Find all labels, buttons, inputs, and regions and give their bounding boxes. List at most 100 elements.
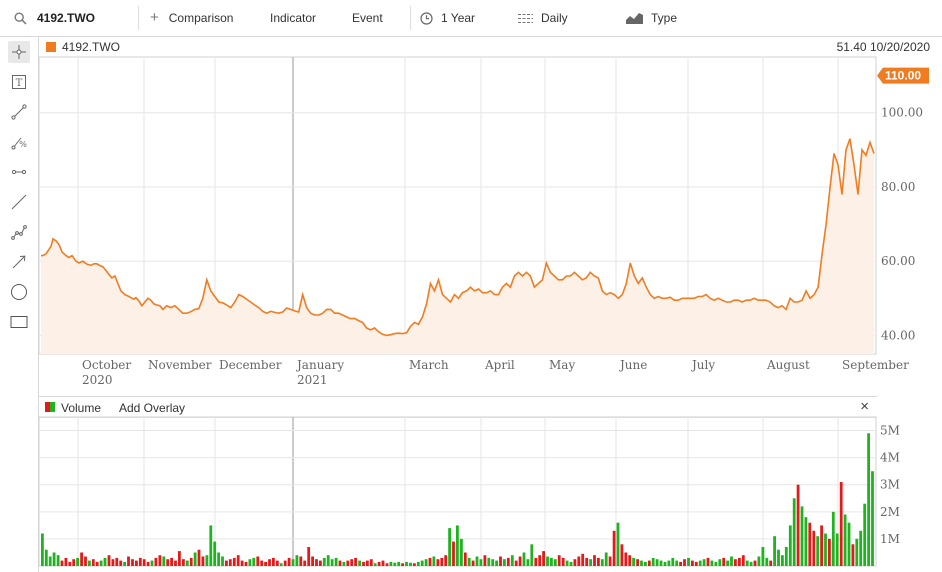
volume-bar: [48, 556, 52, 566]
volume-panel-header: Volume Add Overlay ×: [39, 396, 877, 418]
volume-bar: [569, 561, 573, 566]
volume-bar: [369, 559, 373, 566]
x-tick-label: November: [148, 358, 212, 372]
x-tick-label: October: [82, 358, 131, 372]
volume-bar: [706, 557, 710, 566]
volume-bar: [366, 560, 369, 566]
volume-bar: [557, 555, 561, 566]
volume-bar: [197, 549, 201, 566]
volume-bar: [103, 557, 107, 566]
volume-bar: [573, 559, 577, 566]
volume-bar: [385, 563, 389, 566]
volume-bar: [295, 555, 299, 566]
volume-bar: [867, 433, 870, 566]
volume-bar: [530, 544, 534, 566]
volume-bar: [612, 530, 616, 566]
volume-bar: [91, 559, 95, 566]
volume-bar: [119, 560, 123, 566]
volume-bar: [84, 556, 87, 566]
volume-bar: [52, 552, 56, 566]
volume-bar: [741, 555, 745, 566]
volume-bar: [76, 557, 79, 566]
volume-bar: [691, 560, 694, 566]
y-tick-label: 80.00: [881, 180, 915, 194]
volume-bar: [632, 557, 635, 566]
volume-bar: [636, 559, 639, 566]
volume-bar: [146, 561, 150, 566]
volume-bar: [303, 560, 307, 566]
volume-bar: [209, 525, 213, 566]
last-price-label: 110.00: [885, 69, 921, 83]
volume-bar: [319, 560, 322, 566]
volume-bar: [546, 556, 549, 566]
volume-bar: [749, 561, 753, 566]
x-tick-label: December: [219, 358, 282, 372]
volume-bar: [405, 561, 408, 566]
volume-bar: [287, 557, 291, 566]
add-overlay-button[interactable]: Add Overlay: [119, 401, 185, 415]
volume-bar: [127, 556, 130, 566]
volume-bar: [663, 561, 667, 566]
volume-bar: [812, 530, 816, 566]
volume-bar: [647, 560, 651, 566]
y-tick-label: 100.00: [881, 106, 923, 120]
volume-bar: [221, 556, 224, 566]
volume-bar: [88, 560, 91, 566]
volume-bar: [499, 556, 502, 566]
volume-bar: [436, 559, 440, 566]
volume-bar: [679, 561, 682, 566]
last-price-badge: 110.00: [877, 67, 929, 84]
volume-bar: [41, 533, 44, 566]
volume-swatch: [45, 402, 55, 412]
volume-bar: [225, 560, 228, 566]
volume-bar: [393, 562, 397, 566]
volume-bar: [479, 559, 483, 566]
volume-y-tick-label: 1M: [880, 532, 900, 546]
volume-bar: [72, 559, 76, 566]
volume-bar: [757, 556, 761, 566]
volume-bar: [671, 557, 675, 566]
volume-bar: [734, 559, 737, 566]
volume-bar: [855, 538, 859, 566]
volume-bar: [585, 557, 589, 566]
volume-bar: [796, 484, 800, 566]
volume-bar: [816, 536, 820, 566]
volume-bar: [182, 559, 185, 566]
volume-bar: [260, 560, 264, 566]
volume-bar: [604, 552, 608, 566]
volume-bar: [381, 560, 385, 566]
volume-bar: [397, 561, 401, 566]
volume-bar: [178, 551, 181, 566]
volume-bar: [444, 555, 448, 566]
volume-bar: [236, 555, 240, 566]
volume-bar: [761, 547, 765, 566]
volume-bar: [788, 525, 792, 566]
volume-bar: [162, 556, 166, 566]
volume-bar: [475, 556, 479, 566]
volume-bar: [471, 560, 475, 566]
volume-bar: [60, 560, 64, 566]
volume-bar: [373, 563, 377, 566]
close-volume-button[interactable]: ×: [860, 398, 869, 415]
volume-bar: [440, 557, 444, 566]
volume-bar: [624, 552, 628, 566]
volume-bar: [773, 536, 776, 566]
x-tick-label: May: [549, 358, 575, 372]
volume-bar: [800, 506, 804, 566]
volume-bar: [847, 522, 851, 566]
price-x-axis: October2020 November December January2021 Ma…: [82, 358, 909, 387]
volume-bar: [483, 555, 487, 566]
volume-bar: [311, 556, 314, 566]
volume-bar: [506, 557, 510, 566]
volume-bar: [448, 528, 451, 566]
volume-bar: [851, 544, 855, 566]
volume-bar: [56, 555, 60, 566]
volume-y-tick-label: 2M: [880, 505, 900, 519]
volume-bar: [189, 557, 193, 566]
volume-bar: [608, 556, 612, 566]
volume-label[interactable]: Volume: [61, 401, 101, 415]
volume-bar: [777, 549, 780, 566]
volume-bar: [730, 556, 733, 566]
volume-bar: [205, 555, 209, 566]
price-chart[interactable]: October2020 November December January2021 Ma…: [0, 0, 942, 396]
